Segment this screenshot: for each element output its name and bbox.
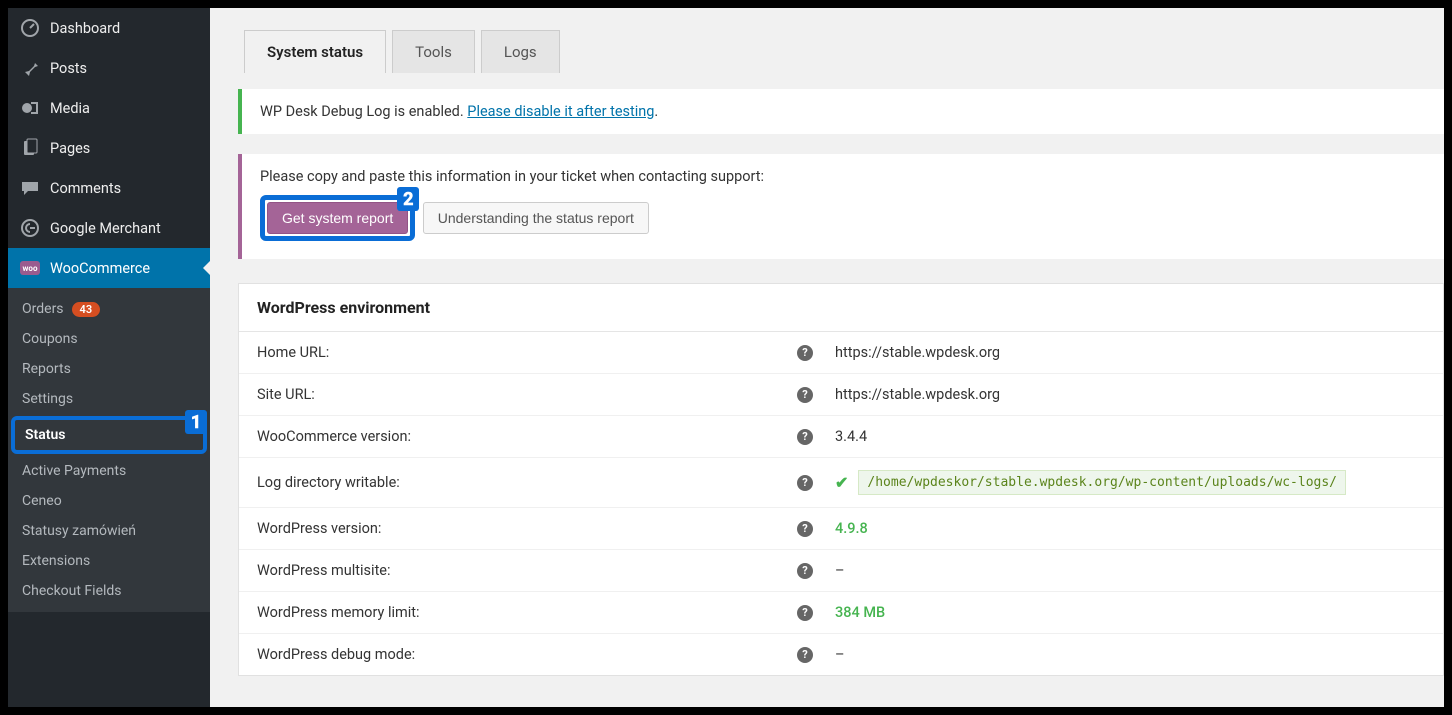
tab-system-status[interactable]: System status [244,30,386,73]
sidebar-item-comments[interactable]: Comments [8,168,210,208]
help-icon[interactable]: ? [797,647,813,663]
sidebar-item-pages[interactable]: Pages [8,128,210,168]
submenu-item-extensions[interactable]: Extensions [8,546,210,576]
menu-label: Comments [50,180,121,197]
row-label: WordPress debug mode: [257,646,797,663]
understanding-report-button[interactable]: Understanding the status report [423,202,649,234]
row-wc-version: WooCommerce version: ? 3.4.4 [239,416,1443,458]
submenu-label: Statusy zamówień [22,523,136,539]
submenu-label: Checkout Fields [22,583,122,599]
submenu-label: Settings [22,391,73,407]
sidebar-item-posts[interactable]: Posts [8,48,210,88]
row-wp-version: WordPress version: ? 4.9.8 [239,508,1443,550]
get-system-report-button[interactable]: Get system report [267,202,408,234]
page-icon [20,138,40,158]
submenu-label: Reports [22,361,71,377]
tab-tools[interactable]: Tools [392,30,475,73]
submenu-item-coupons[interactable]: Coupons [8,324,210,354]
submenu-item-settings[interactable]: Settings [8,384,210,414]
submenu-label: Active Payments [22,463,126,479]
annotation-1-highlight: Status 1 [11,416,207,454]
submenu-label: Status [25,427,65,443]
submenu-item-active-payments[interactable]: Active Payments [8,456,210,486]
row-value: – [835,646,1425,663]
debug-log-notice: WP Desk Debug Log is enabled. Please dis… [238,89,1444,134]
row-value: 384 MB [835,604,885,621]
sidebar-item-woocommerce[interactable]: woo WooCommerce [8,248,210,288]
row-label: WordPress multisite: [257,562,797,579]
annotation-number-1: 1 [185,410,207,434]
sidebar-item-media[interactable]: Media [8,88,210,128]
submenu-label: Extensions [22,553,90,569]
menu-label: Google Merchant [50,220,161,237]
annotation-2-highlight: Get system report 2 [260,195,415,241]
svg-text:woo: woo [23,264,38,273]
woocommerce-submenu: Orders 43 Coupons Reports Settings Statu… [8,288,210,612]
row-label: Home URL: [257,344,797,361]
table-header: WordPress environment [239,284,1443,332]
submenu-item-orders[interactable]: Orders 43 [8,294,210,324]
row-label: Site URL: [257,386,797,403]
notice-suffix: . [654,103,658,120]
sidebar-item-dashboard[interactable]: Dashboard [8,8,210,48]
row-home-url: Home URL: ? https://stable.wpdesk.org [239,332,1443,374]
row-value: – [835,562,1425,579]
help-icon[interactable]: ? [797,345,813,361]
support-panel: Please copy and paste this information i… [238,154,1444,259]
row-debug: WordPress debug mode: ? – [239,634,1443,675]
help-icon[interactable]: ? [797,563,813,579]
menu-label: Media [50,100,90,117]
tab-logs[interactable]: Logs [481,30,560,73]
row-label: WordPress memory limit: [257,604,797,621]
help-icon[interactable]: ? [797,605,813,621]
check-icon: ✔ [835,473,848,492]
submenu-item-ceneo[interactable]: Ceneo [8,486,210,516]
menu-label: Posts [50,60,87,77]
orders-count-badge: 43 [72,302,101,317]
support-instruction: Please copy and paste this information i… [260,168,1426,185]
submenu-label: Orders [22,301,64,317]
menu-label: Pages [50,140,90,157]
main-content: System status Tools Logs WP Desk Debug L… [210,8,1444,707]
row-label: Log directory writable: [257,474,797,491]
wp-environment-table: WordPress environment Home URL: ? https:… [238,283,1444,676]
row-site-url: Site URL: ? https://stable.wpdesk.org [239,374,1443,416]
menu-label: WooCommerce [50,260,150,277]
submenu-item-reports[interactable]: Reports [8,354,210,384]
status-tabs: System status Tools Logs [244,30,1444,73]
annotation-number-2: 2 [397,187,419,211]
disable-debug-link[interactable]: Please disable it after testing [467,103,654,120]
admin-sidebar: Dashboard Posts Media Pages Comments Goo… [8,8,210,707]
help-icon[interactable]: ? [797,475,813,491]
media-icon [20,98,40,118]
submenu-item-status[interactable]: Status [15,420,203,450]
row-value: /home/wpdeskor/stable.wpdesk.org/wp-cont… [858,470,1346,495]
row-value: https://stable.wpdesk.org [835,386,1425,403]
row-label: WooCommerce version: [257,428,797,445]
gauge-icon [20,18,40,38]
help-icon[interactable]: ? [797,387,813,403]
submenu-label: Coupons [22,331,78,347]
comment-icon [20,178,40,198]
submenu-item-checkout-fields[interactable]: Checkout Fields [8,576,210,606]
menu-label: Dashboard [50,20,120,37]
submenu-item-statusy[interactable]: Statusy zamówień [8,516,210,546]
notice-text: WP Desk Debug Log is enabled. [260,103,467,120]
help-icon[interactable]: ? [797,429,813,445]
row-label: WordPress version: [257,520,797,537]
row-multisite: WordPress multisite: ? – [239,550,1443,592]
help-icon[interactable]: ? [797,521,813,537]
woo-icon: woo [20,258,40,278]
submenu-label: Ceneo [22,493,62,509]
row-log-writable: Log directory writable: ? ✔ /home/wpdesk… [239,458,1443,508]
sidebar-item-google-merchant[interactable]: Google Merchant [8,208,210,248]
row-memory: WordPress memory limit: ? 384 MB [239,592,1443,634]
google-icon [20,218,40,238]
pin-icon [20,58,40,78]
row-value: https://stable.wpdesk.org [835,344,1425,361]
row-value: 4.9.8 [835,520,868,537]
row-value: 3.4.4 [835,428,1425,445]
